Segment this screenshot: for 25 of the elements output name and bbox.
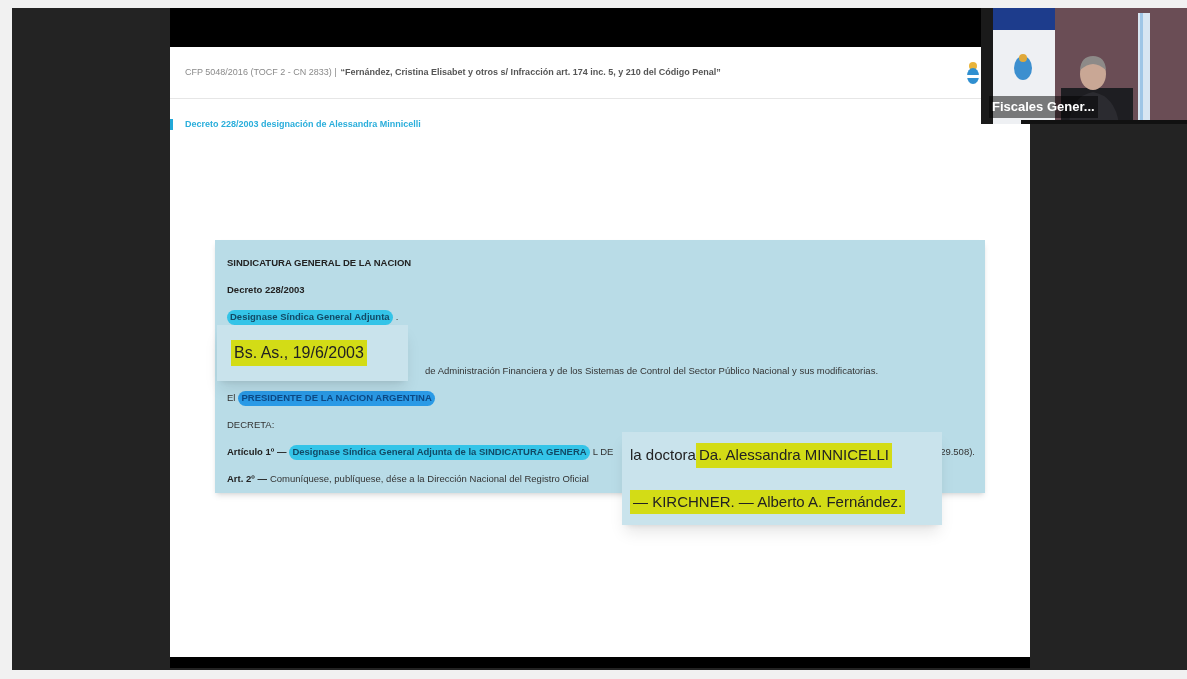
- document-text: Art. 2º —: [227, 472, 267, 487]
- accent-bar: [170, 119, 173, 131]
- document-text: 29.508).: [940, 445, 975, 460]
- document-text: de Administración Financiera y de los Sistemas de Control del Sector Público Nacional y sus modificatorias.: [425, 364, 879, 379]
- section-title: Decreto 228/2003 designación de Alessandra Minnicelli: [185, 118, 421, 131]
- emblem-icon: [966, 59, 980, 86]
- document-text: SINDICATURA GENERAL DE LA NACION: [227, 256, 412, 271]
- document-text: Artículo 1º —: [227, 445, 287, 460]
- case-title: “Fernández, Cristina Elisabet y otros s/ Infracción art. 174 inc. 5, y 210 del Código Penal”: [340, 65, 721, 79]
- highlighted-text: — KIRCHNER. — Alberto A. Fernández.: [630, 489, 906, 514]
- document-text: .: [395, 310, 399, 325]
- highlighted-text: Bs. As., 19/6/2003: [231, 340, 367, 366]
- callout-text: la doctora: [630, 445, 696, 465]
- document-text: Comuníquese, publíquese, dése a la Dirección Nacional del Registro Oficial: [269, 472, 589, 487]
- highlighted-text: PRESIDENTE DE LA NACION ARGENTINA: [238, 391, 435, 406]
- case-number: CFP 5048/2016 (TOCF 2 - CN 2833) |: [185, 65, 337, 79]
- document-text: L DE: [592, 445, 614, 460]
- highlighted-text: Da. Alessandra MINNICELLI: [695, 443, 892, 468]
- video-tile[interactable]: Fiscales Gener...: [981, 8, 1187, 124]
- document-text: Decreto 228/2003: [227, 283, 305, 298]
- highlighted-text: Designase Síndica General Adjunta de la SINDICATURA GENERA: [289, 445, 590, 460]
- highlighted-text: Designase Síndica General Adjunta: [227, 310, 393, 325]
- participant-name: Fiscales Gener...: [989, 96, 1098, 118]
- document-text: El: [227, 391, 236, 406]
- document-text: DECRETA:: [227, 418, 275, 433]
